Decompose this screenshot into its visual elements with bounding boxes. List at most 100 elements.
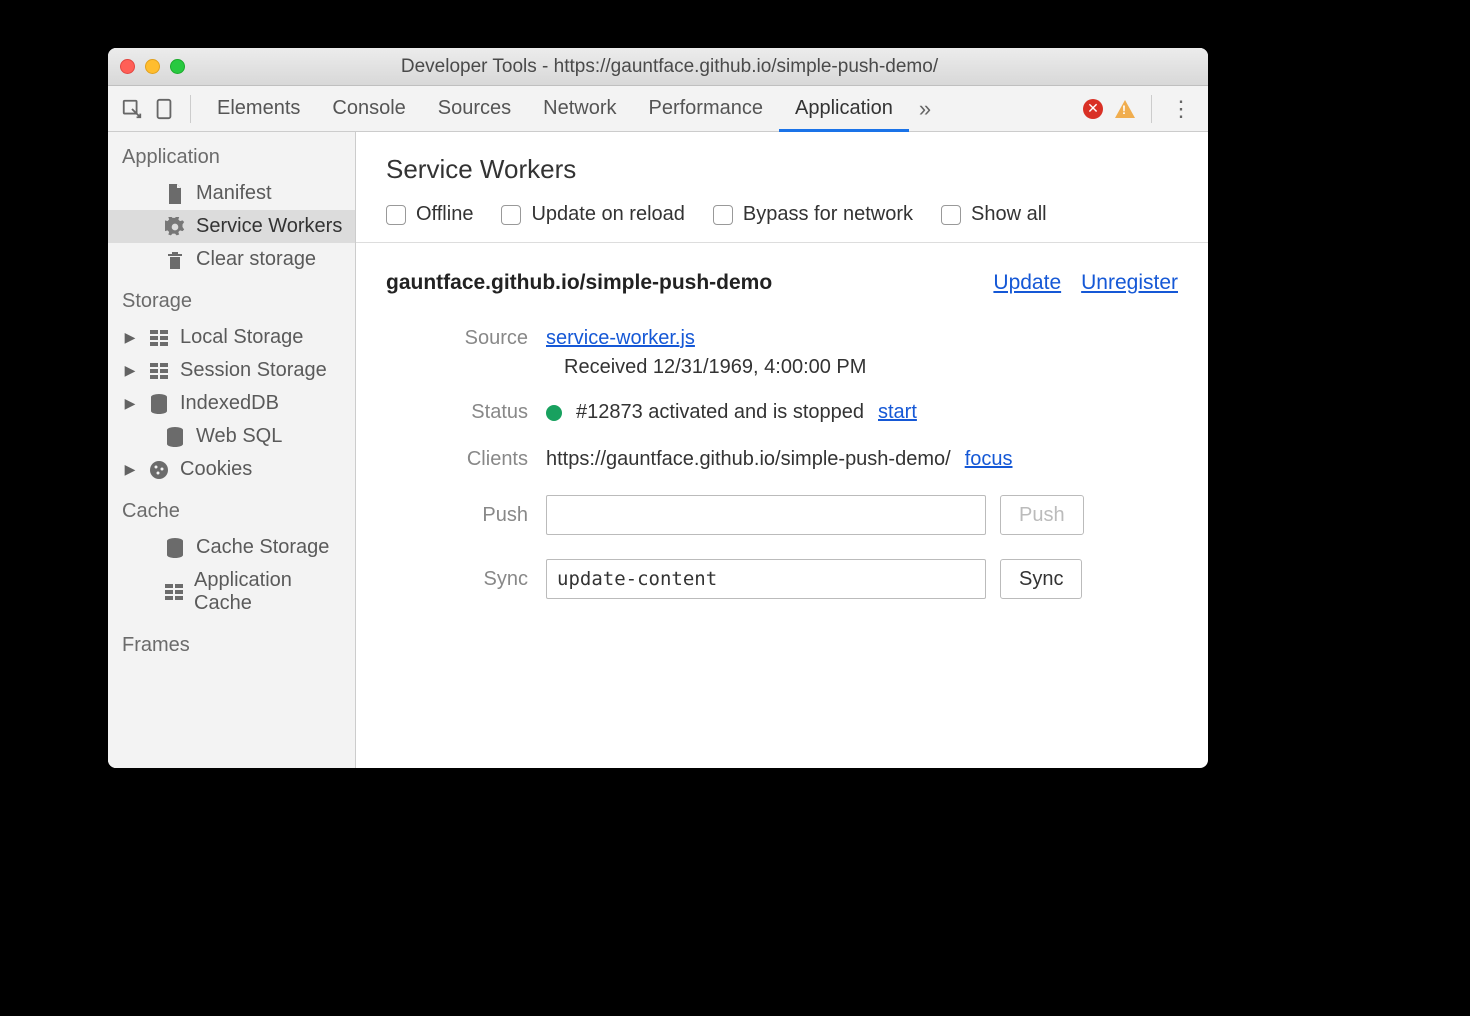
tab-application[interactable]: Application <box>779 86 909 132</box>
body: Application ▶ Manifest ▶ Service Workers… <box>108 132 1208 768</box>
sidebar-item-cookies[interactable]: ▶ Cookies <box>108 453 355 486</box>
check-label: Update on reload <box>531 203 684 226</box>
window-title: Developer Tools - https://gauntface.gith… <box>203 56 1196 78</box>
tab-elements[interactable]: Elements <box>201 86 316 132</box>
push-button[interactable]: Push <box>1000 495 1084 535</box>
tabbar-divider <box>190 95 191 123</box>
sidebar-item-local-storage[interactable]: ▶ Local Storage <box>108 321 355 354</box>
origin-text: gauntface.github.io/simple-push-demo <box>386 271 772 295</box>
titlebar: Developer Tools - https://gauntface.gith… <box>108 48 1208 86</box>
client-url: https://gauntface.github.io/simple-push-… <box>546 448 951 471</box>
zoom-window-button[interactable] <box>170 59 185 74</box>
trash-icon <box>164 250 186 270</box>
sidebar-item-label: Local Storage <box>180 326 303 349</box>
sidebar-item-cache-storage[interactable]: ▶ Cache Storage <box>108 531 355 564</box>
tabbar-divider-right <box>1151 95 1152 123</box>
check-bypass-for-network[interactable]: Bypass for network <box>713 203 913 226</box>
push-input[interactable] <box>546 495 986 535</box>
sidebar-item-label: Service Workers <box>196 215 342 238</box>
cookie-icon <box>148 460 170 480</box>
checkbox-icon <box>941 205 961 225</box>
client-focus-link[interactable]: focus <box>965 448 1013 471</box>
field-label: Push <box>406 504 546 527</box>
sidebar-item-label: Cache Storage <box>196 536 329 559</box>
update-link[interactable]: Update <box>993 271 1061 295</box>
tab-performance[interactable]: Performance <box>633 86 780 132</box>
field-label: Status <box>406 401 546 424</box>
sidebar-item-clear-storage[interactable]: ▶ Clear storage <box>108 243 355 276</box>
sidebar-item-label: Manifest <box>196 182 272 205</box>
sync-button[interactable]: Sync <box>1000 559 1082 599</box>
grid-icon <box>148 330 170 346</box>
grid-icon <box>148 363 170 379</box>
tab-console[interactable]: Console <box>316 86 421 132</box>
source-link[interactable]: service-worker.js <box>546 327 695 350</box>
sidebar-header-frames: Frames <box>108 620 355 665</box>
row-status: Status #12873 activated and is stopped s… <box>406 389 1178 436</box>
field-label: Source <box>406 327 546 350</box>
tree-expand-icon[interactable]: ▶ <box>122 329 138 346</box>
checkbox-icon <box>713 205 733 225</box>
sidebar-item-indexeddb[interactable]: ▶ IndexedDB <box>108 387 355 420</box>
tab-network[interactable]: Network <box>527 86 632 132</box>
devtools-window: Developer Tools - https://gauntface.gith… <box>108 48 1208 768</box>
tab-sources[interactable]: Sources <box>422 86 527 132</box>
sidebar-item-websql[interactable]: ▶ Web SQL <box>108 420 355 453</box>
sidebar-item-label: Application Cache <box>194 569 347 615</box>
tree-expand-icon[interactable]: ▶ <box>122 362 138 379</box>
sidebar-header-application: Application <box>108 132 355 177</box>
field-label: Clients <box>406 448 546 471</box>
checkbox-icon <box>386 205 406 225</box>
minimize-window-button[interactable] <box>145 59 160 74</box>
inspect-icon[interactable] <box>116 93 148 125</box>
tabs-overflow-button[interactable]: » <box>909 96 941 122</box>
checkbox-icon <box>501 205 521 225</box>
sidebar-item-session-storage[interactable]: ▶ Session Storage <box>108 354 355 387</box>
sidebar-item-label: Web SQL <box>196 425 282 448</box>
row-clients: Clients https://gauntface.github.io/simp… <box>406 436 1178 483</box>
sidebar-header-cache: Cache <box>108 486 355 531</box>
sync-input[interactable] <box>546 559 986 599</box>
origin-row: gauntface.github.io/simple-push-demo Upd… <box>356 243 1208 305</box>
check-offline[interactable]: Offline <box>386 203 473 226</box>
database-icon <box>164 538 186 558</box>
sidebar-item-label: Cookies <box>180 458 252 481</box>
status-start-link[interactable]: start <box>878 401 917 424</box>
row-sync: Sync Sync <box>406 547 1178 611</box>
field-label: Sync <box>406 568 546 591</box>
status-dot-icon <box>546 405 562 421</box>
check-show-all[interactable]: Show all <box>941 203 1047 226</box>
document-icon <box>164 184 186 204</box>
gear-icon <box>164 217 186 237</box>
status-text: #12873 activated and is stopped <box>576 401 864 424</box>
tree-expand-icon[interactable]: ▶ <box>122 395 138 412</box>
window-controls <box>120 59 185 74</box>
database-icon <box>164 427 186 447</box>
source-received-text: Received 12/31/1969, 4:00:00 PM <box>406 356 1178 379</box>
sidebar-item-label: IndexedDB <box>180 392 279 415</box>
check-label: Offline <box>416 203 473 226</box>
unregister-link[interactable]: Unregister <box>1081 271 1178 295</box>
row-source: Source service-worker.js <box>406 315 1178 362</box>
sidebar-header-storage: Storage <box>108 276 355 321</box>
main-panel: Service Workers Offline Update on reload… <box>356 132 1208 768</box>
database-icon <box>148 394 170 414</box>
warning-badge-icon[interactable] <box>1115 100 1135 118</box>
settings-kebab-icon[interactable]: ⋮ <box>1162 96 1200 122</box>
error-badge-icon[interactable]: ✕ <box>1083 99 1103 119</box>
close-window-button[interactable] <box>120 59 135 74</box>
panel-heading: Service Workers <box>386 154 1178 185</box>
sidebar-item-label: Session Storage <box>180 359 327 382</box>
check-label: Show all <box>971 203 1047 226</box>
row-push: Push Push <box>406 483 1178 547</box>
sidebar-item-manifest[interactable]: ▶ Manifest <box>108 177 355 210</box>
grid-icon <box>163 584 184 600</box>
tree-expand-icon[interactable]: ▶ <box>122 461 138 478</box>
option-row: Offline Update on reload Bypass for netw… <box>386 203 1178 226</box>
application-sidebar: Application ▶ Manifest ▶ Service Workers… <box>108 132 356 768</box>
sidebar-item-app-cache[interactable]: ▶ Application Cache <box>108 564 355 620</box>
sidebar-item-service-workers[interactable]: ▶ Service Workers <box>108 210 355 243</box>
main-header: Service Workers Offline Update on reload… <box>356 132 1208 243</box>
device-toggle-icon[interactable] <box>148 93 180 125</box>
check-update-on-reload[interactable]: Update on reload <box>501 203 684 226</box>
